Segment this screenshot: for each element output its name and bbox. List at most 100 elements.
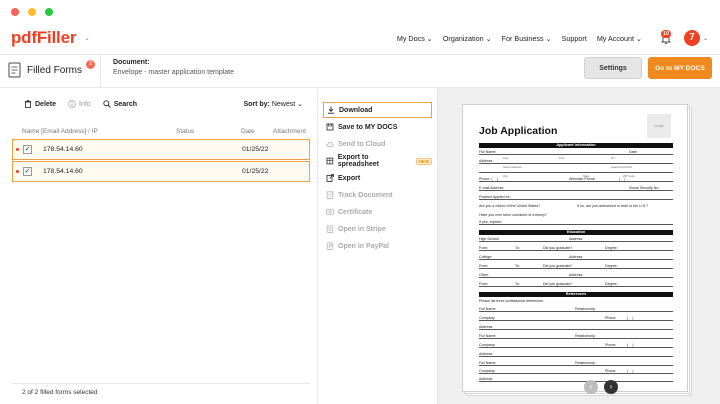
paypal-icon (326, 242, 334, 250)
row-ip: 178.54.14.60 (43, 146, 83, 153)
actions-panel: Download Save to MY DOCS Send to Cloud E… (318, 88, 438, 404)
field-fullname: Full Name: Date: (479, 150, 673, 155)
export-icon (326, 174, 334, 182)
pdffiller-logo[interactable]: pdfFiller (11, 28, 76, 48)
page-title: Filled Forms (27, 65, 83, 76)
next-page-button[interactable]: › (604, 380, 618, 394)
section-education: Education (479, 230, 673, 235)
document-label: Document: (113, 59, 150, 66)
field-city (479, 168, 673, 173)
stripe-icon (326, 225, 334, 233)
search-icon (103, 100, 111, 108)
nav-support[interactable]: Support (562, 34, 587, 43)
search-button[interactable]: Search (103, 100, 137, 108)
minimize-window-button[interactable] (28, 8, 36, 16)
field-other: Other: Address: (479, 273, 673, 278)
download-icon (328, 106, 334, 114)
close-window-button[interactable] (11, 8, 19, 16)
col-name[interactable]: Name [Email Address] / IP (22, 128, 98, 135)
field-felony: Have you ever been convicted of a felony… (479, 213, 547, 217)
col-attachment[interactable]: Attachment (273, 128, 306, 135)
field-other-dates: From: To: Did you graduate? Degree: (479, 282, 673, 287)
filled-forms-icon (8, 62, 21, 78)
document-preview: Job Application Image Applicant Informat… (438, 88, 720, 404)
col-date[interactable]: Date (241, 128, 255, 135)
field-citizen: Are you a citizen of the United States? I… (479, 204, 649, 208)
new-badge: NEW (415, 157, 432, 165)
table-row[interactable]: ✓ 178.54.14.60 01/25/22 (12, 139, 310, 160)
divider (100, 55, 101, 88)
maximize-window-button[interactable] (45, 8, 53, 16)
settings-button[interactable]: Settings (584, 57, 642, 79)
filled-forms-count-badge: 2 (86, 60, 95, 69)
image-placeholder: Image (647, 114, 671, 138)
ref2-name: Full Name: Relationship: (479, 334, 673, 339)
document-title: Job Application (479, 125, 558, 137)
nav-my-docs[interactable]: My Docs ⌄ (397, 34, 433, 43)
ref3-company: Company: Phone:( ) (479, 369, 673, 374)
info-icon (68, 100, 76, 108)
open-in-paypal-action[interactable]: Open in PayPal (323, 238, 432, 254)
field-position: Position Applied for: (479, 195, 673, 200)
certificate-action[interactable]: Certificate (323, 204, 432, 220)
ref2-company: Company: Phone:( ) (479, 343, 673, 348)
export-action[interactable]: Export (323, 170, 432, 186)
save-icon (326, 123, 334, 131)
send-to-cloud-action[interactable]: Send to Cloud (323, 136, 432, 152)
row-checkbox[interactable]: ✓ (23, 167, 32, 176)
sort-dropdown[interactable]: Sort by: Newest ⌄ (243, 100, 303, 108)
field-address: Address: (479, 159, 673, 164)
ref1-address: Address: (479, 325, 673, 330)
top-navigation: pdfFiller ⌄ My Docs ⌄ Organization ⌄ For… (0, 22, 720, 55)
references-note: Please list three professional reference… (479, 299, 544, 303)
certificate-icon (326, 208, 334, 215)
unread-indicator (16, 170, 19, 173)
go-to-my-docs-button[interactable]: Go to MY DOCS (648, 57, 712, 79)
selection-summary: 2 of 2 filled forms selected (22, 389, 98, 396)
open-in-stripe-action[interactable]: Open in Stripe (323, 221, 432, 237)
list-toolbar: Delete Info Search (24, 100, 137, 108)
row-checkbox[interactable]: ✓ (23, 145, 32, 154)
chevron-down-icon[interactable]: ⌄ (84, 34, 90, 42)
track-document-action[interactable]: Track Document (323, 187, 432, 203)
avatar[interactable]: 7 (684, 30, 700, 46)
row-date: 01/25/22 (242, 146, 269, 153)
row-ip: 178.54.14.60 (43, 168, 83, 175)
field-explain: If yes, explain: (479, 220, 673, 225)
nav-my-account[interactable]: My Account ⌄ (597, 34, 642, 43)
document-name: Envelope - master application template (113, 69, 235, 76)
ref3-name: Full Name: Relationship: (479, 361, 673, 366)
ref1-company: Company: Phone:( ) (479, 316, 673, 321)
trash-icon (24, 100, 32, 108)
track-icon (326, 191, 334, 199)
previous-page-button[interactable]: ‹ (584, 380, 598, 394)
field-college-dates: From: To: Did you graduate? Degree: (479, 264, 673, 269)
chevron-down-icon[interactable]: ⌄ (703, 35, 708, 42)
col-status[interactable]: Status (176, 128, 194, 135)
field-college: College: Address: (479, 255, 673, 260)
nav-links: My Docs ⌄ Organization ⌄ For Business ⌄ … (397, 34, 642, 43)
ref3-address: Address: (479, 377, 673, 382)
spreadsheet-icon (326, 157, 334, 165)
ref2-address: Address: (479, 352, 673, 357)
notification-count-badge: 10 (661, 30, 672, 38)
delete-button[interactable]: Delete (24, 100, 56, 108)
nav-organization[interactable]: Organization ⌄ (443, 34, 492, 43)
section-references: References (479, 292, 673, 297)
cloud-icon (326, 141, 334, 147)
field-email: E-mail Address: Social Security No.: (479, 186, 673, 191)
window-titlebar (0, 0, 720, 22)
filled-forms-list-panel: Delete Info Search Sort by: Newest ⌄ Nam… (0, 88, 318, 404)
sub-header: Filled Forms 2 Document: Envelope - mast… (0, 55, 720, 88)
nav-for-business[interactable]: For Business ⌄ (502, 34, 552, 43)
document-page: Job Application Image Applicant Informat… (462, 104, 688, 394)
download-action[interactable]: Download (323, 102, 432, 118)
export-to-spreadsheet-action[interactable]: Export to spreadsheet NEW (323, 153, 432, 169)
field-phone: Phone: ( ) Alternate Phone:( ) (479, 177, 673, 182)
save-to-my-docs-action[interactable]: Save to MY DOCS (323, 119, 432, 135)
divider (12, 383, 310, 384)
table-row[interactable]: ✓ 178.54.14.60 01/25/22 (12, 161, 310, 182)
field-highschool: High School: Address: (479, 237, 673, 242)
unread-indicator (16, 148, 19, 151)
info-button[interactable]: Info (68, 100, 91, 108)
